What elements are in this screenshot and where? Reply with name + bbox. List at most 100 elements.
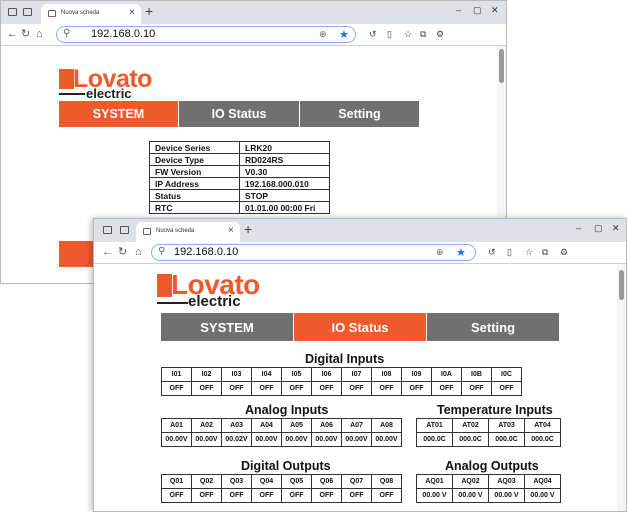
close-tab-icon[interactable]: × <box>129 7 135 19</box>
column-header: A01 <box>161 418 192 433</box>
tab-bar: Nuova scheda × + – ▢ ✕ <box>1 1 506 24</box>
browser-tab[interactable]: Nuova scheda × <box>136 222 240 242</box>
table-header-row: Q01 Q02 Q03 Q04 Q05 Q06 Q07 Q08 <box>161 474 402 489</box>
table-cell: OFF <box>161 381 192 396</box>
info-value: 01.01.00 00:00 Fri <box>239 201 330 214</box>
workspaces-icon[interactable] <box>8 8 17 16</box>
column-header: A05 <box>281 418 312 433</box>
menu-system[interactable]: SYSTEM <box>59 101 179 127</box>
search-icon: ⚲ <box>158 246 166 257</box>
url-field[interactable]: ⚲ 192.168.0.10 ⊕ ★ <box>151 244 476 261</box>
analog-inputs-title: Analog Inputs <box>245 403 329 417</box>
menu-setting[interactable]: Setting <box>427 313 560 341</box>
logo-mark <box>157 274 172 297</box>
zoom-icon[interactable]: ⊕ <box>436 247 444 258</box>
extensions-icon[interactable]: ⚙ <box>560 247 568 258</box>
logo-subtitle: electric <box>188 293 241 310</box>
minimize-button[interactable]: – <box>576 222 581 234</box>
collections-icon[interactable]: ⧉ <box>542 247 548 258</box>
minimize-button[interactable]: – <box>456 4 461 16</box>
home-icon[interactable]: ⌂ <box>135 245 142 259</box>
table-cell: OFF <box>491 381 522 396</box>
column-header: A03 <box>221 418 252 433</box>
tab-actions-icon[interactable] <box>23 8 32 16</box>
logo-subtitle: electric <box>86 86 132 101</box>
scrollbar[interactable] <box>617 264 626 511</box>
info-value: V0.30 <box>239 165 330 178</box>
table-cell: 00.02V <box>221 432 252 447</box>
url-text: 192.168.0.10 <box>174 246 239 258</box>
back-icon[interactable]: ← <box>7 27 18 41</box>
address-bar: ← ↻ ⌂ ⚲ 192.168.0.10 ⊕ ★ ↺ ▯ ☆ ⧉ ⚙ <box>94 242 626 264</box>
column-header: I06 <box>311 367 342 382</box>
table-cell: OFF <box>341 488 372 503</box>
column-header: I0C <box>491 367 522 382</box>
maximize-button[interactable]: ▢ <box>594 222 603 234</box>
table-cell: OFF <box>461 381 492 396</box>
device-info-table: Device Series LRK20 Device Type RD024RS FW… <box>149 141 330 214</box>
close-window-button[interactable]: ✕ <box>612 222 620 234</box>
table-cell: 00.00V <box>341 432 372 447</box>
column-header: A02 <box>191 418 222 433</box>
info-label: IP Address <box>149 177 240 190</box>
menu-io-status[interactable]: IO Status <box>294 313 427 341</box>
url-field[interactable]: ⚲ 192.168.0.10 ⊕ ★ <box>56 26 356 43</box>
close-window-button[interactable]: ✕ <box>491 4 499 16</box>
tab-title: Nuova scheda <box>61 10 100 16</box>
workspaces-icon[interactable] <box>103 226 112 234</box>
column-header: AQ04 <box>524 474 561 489</box>
info-label: FW Version <box>149 165 240 178</box>
home-icon[interactable]: ⌂ <box>36 27 43 41</box>
favorite-star-icon[interactable]: ★ <box>456 246 466 259</box>
back-icon[interactable]: ← <box>102 245 113 259</box>
column-header: Q01 <box>161 474 192 489</box>
table-cell: OFF <box>431 381 462 396</box>
main-menu: SYSTEM IO Status Setting <box>59 101 420 127</box>
table-row: OFF OFF OFF OFF OFF OFF OFF OFF <box>161 488 402 503</box>
refresh-page-icon[interactable]: ↺ <box>369 29 377 40</box>
zoom-icon[interactable]: ⊕ <box>319 29 327 40</box>
table-cell: OFF <box>281 488 312 503</box>
favorite-star-icon[interactable]: ★ <box>339 28 349 41</box>
table-cell: OFF <box>221 488 252 503</box>
tab-actions-icon[interactable] <box>120 226 129 234</box>
refresh-page-icon[interactable]: ↺ <box>488 247 496 258</box>
menu-system[interactable]: SYSTEM <box>161 313 294 341</box>
table-row: 000.0C 000.0C 000.0C 000.0C <box>416 432 561 447</box>
column-header: A07 <box>341 418 372 433</box>
reload-icon[interactable]: ↻ <box>118 245 127 259</box>
new-tab-icon <box>143 228 151 235</box>
reload-icon[interactable]: ↻ <box>21 27 30 41</box>
table-cell: 00.00V <box>161 432 192 447</box>
table-cell: OFF <box>371 381 402 396</box>
extensions-icon[interactable]: ⚙ <box>436 29 444 40</box>
favorites-icon[interactable]: ☆ <box>525 247 533 258</box>
scrollbar-thumb[interactable] <box>619 270 624 300</box>
browser-tab[interactable]: Nuova scheda × <box>41 4 141 24</box>
collections-icon[interactable]: ⧉ <box>420 29 426 40</box>
split-screen-icon[interactable]: ▯ <box>387 29 392 40</box>
column-header: AT01 <box>416 418 453 433</box>
table-cell: 00.00 V <box>524 488 561 503</box>
table-cell: OFF <box>401 381 432 396</box>
new-tab-button[interactable]: + <box>145 2 153 20</box>
close-tab-icon[interactable]: × <box>228 225 234 237</box>
column-header: I09 <box>401 367 432 382</box>
table-cell: OFF <box>341 381 372 396</box>
table-cell: OFF <box>251 381 282 396</box>
info-label: RTC <box>149 201 240 214</box>
new-tab-icon <box>48 10 56 17</box>
menu-setting[interactable]: Setting <box>300 101 420 127</box>
table-cell: 00.00V <box>251 432 282 447</box>
split-screen-icon[interactable]: ▯ <box>507 247 512 258</box>
favorites-icon[interactable]: ☆ <box>404 29 412 40</box>
table-cell: OFF <box>191 381 222 396</box>
info-value: LRK20 <box>239 141 330 154</box>
menu-io-status[interactable]: IO Status <box>179 101 300 127</box>
table-cell: OFF <box>191 488 222 503</box>
table-header-row: AT01 AT02 AT03 AT04 <box>416 418 561 433</box>
scrollbar-thumb[interactable] <box>499 49 504 83</box>
column-header: AQ03 <box>488 474 525 489</box>
maximize-button[interactable]: ▢ <box>473 4 482 16</box>
new-tab-button[interactable]: + <box>244 220 252 238</box>
